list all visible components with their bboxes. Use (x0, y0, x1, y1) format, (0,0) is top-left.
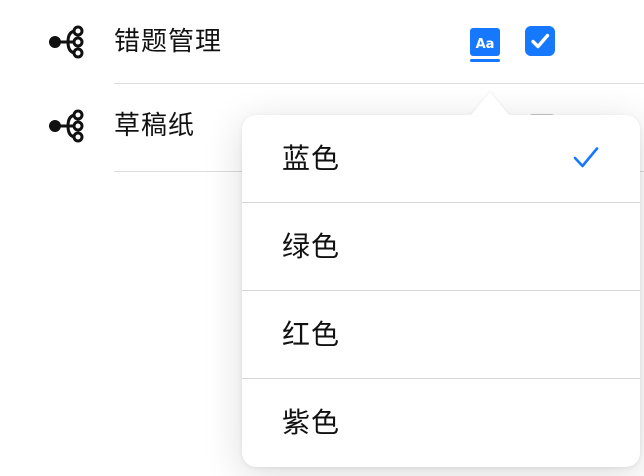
color-option-red[interactable]: 红色 (242, 291, 640, 379)
option-label: 紫色 (282, 406, 341, 439)
screen: 错题管理 Aa 草稿纸 蓝色 绿色 红色 紫色 (0, 0, 644, 476)
popover-arrow (470, 92, 510, 116)
share-node-icon (46, 22, 86, 62)
color-option-green[interactable]: 绿色 (242, 203, 640, 291)
checkmark-icon (531, 33, 550, 49)
checkmark-icon (573, 147, 599, 168)
color-option-purple[interactable]: 紫色 (242, 379, 640, 467)
option-label: 绿色 (282, 230, 341, 263)
option-label: 蓝色 (282, 142, 341, 175)
option-label: 红色 (282, 318, 341, 351)
list-item-label: 草稿纸 (114, 111, 196, 141)
checkbox-checked[interactable] (525, 26, 555, 56)
list-item-label: 错题管理 (114, 27, 223, 57)
dictionary-icon[interactable]: Aa (468, 26, 502, 64)
list-item-mistake-management[interactable]: 错题管理 Aa (0, 0, 644, 84)
svg-text:Aa: Aa (476, 37, 495, 52)
color-option-blue[interactable]: 蓝色 (242, 115, 640, 203)
color-picker-popover: 蓝色 绿色 红色 紫色 (242, 115, 640, 467)
share-node-icon (46, 106, 86, 146)
